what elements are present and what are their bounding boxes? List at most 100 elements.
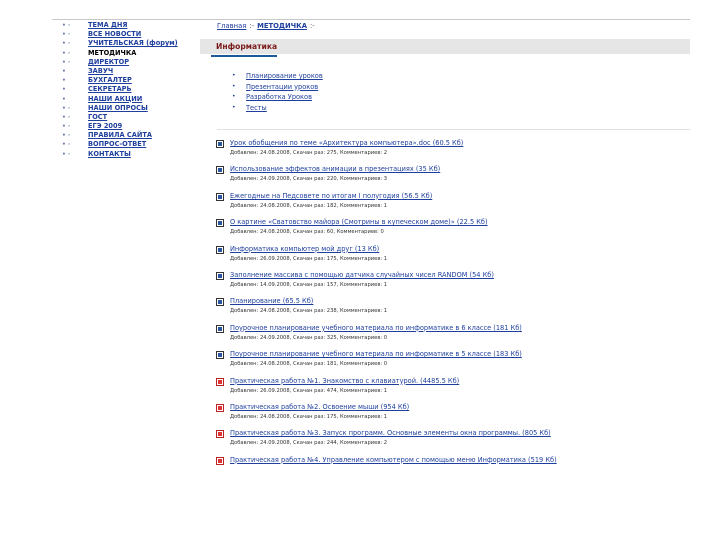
document-file-icon: [216, 245, 224, 254]
file-download-link[interactable]: Информатика компьютер мой друг (13 Кб): [230, 245, 379, 253]
file-entry: Практическая работа №3. Запуск программ.…: [216, 429, 686, 455]
bullet-icon: •: [62, 77, 66, 85]
sidebar-link[interactable]: БУХГАЛТЕР: [88, 76, 132, 85]
subcategory-link[interactable]: Презентации уроков: [246, 82, 318, 93]
sidebar-item: • · МЕТОДИЧКА: [62, 49, 192, 58]
sidebar-item: • СЕКРЕТАРЬ: [62, 85, 192, 94]
breadcrumb: Главная:- МЕТОДИЧКА:-: [217, 22, 318, 30]
subcategory-link[interactable]: Тесты: [246, 103, 267, 114]
file-download-link[interactable]: Практическая работа №1. Знакомство с кла…: [230, 377, 459, 385]
sidebar-item: • · ТЕМА ДНЯ: [62, 21, 192, 30]
sidebar-link[interactable]: ДИРЕКТОР: [88, 58, 129, 67]
file-entry: Практическая работа №2. Освоение мыши (9…: [216, 403, 686, 429]
sidebar-link[interactable]: СЕКРЕТАРЬ: [88, 85, 132, 94]
file-entry: Практическая работа №4. Управление компь…: [216, 456, 686, 482]
sidebar-item: • · ДИРЕКТОР: [62, 58, 192, 67]
bullet-icon: • ·: [62, 49, 71, 57]
sidebar-item: • · ВСЕ НОВОСТИ: [62, 30, 192, 39]
subcategory-divider: [217, 129, 690, 130]
file-download-link[interactable]: Поурочное планирование учебного материал…: [230, 324, 522, 332]
bullet-icon: •: [232, 93, 236, 100]
file-entry: Ежегодные на Педсовете по итогам I полуг…: [216, 192, 686, 218]
file-download-link[interactable]: О картине «Сватовство майора (Смотрины в…: [230, 218, 488, 226]
sidebar-link[interactable]: ВОПРОС-ОТВЕТ: [88, 140, 146, 149]
document-file-icon: [216, 271, 224, 280]
sidebar-link[interactable]: ПРАВИЛА САЙТА: [88, 131, 152, 140]
file-entry: Планирование (65.5 Кб) Добавлен: 24.08.20…: [216, 297, 686, 323]
breadcrumb-separator: :-: [309, 22, 315, 30]
subcategory-link[interactable]: Планирование уроков: [246, 71, 323, 82]
file-meta: Добавлен: 26.09.2008, Скачан раз: 175, К…: [230, 255, 388, 262]
sidebar-item: • НАШИ АКЦИИ: [62, 95, 192, 104]
file-meta: Добавлен: 24.09.2008, Скачан раз: 244, К…: [230, 440, 388, 447]
sidebar-item: • · ЕГЭ 2009: [62, 122, 192, 131]
file-entry: Практическая работа №1. Знакомство с кла…: [216, 377, 686, 403]
file-entry: Использование эффектов анимации в презен…: [216, 165, 686, 191]
sidebar-link[interactable]: НАШИ АКЦИИ: [88, 95, 142, 104]
breadcrumb-home-link[interactable]: Главная: [217, 22, 246, 30]
bullet-icon: •: [232, 82, 236, 90]
file-entry: Урок обобщения по теме «Архитектура комп…: [216, 139, 686, 165]
sidebar-item: • · КОНТАКТЫ: [62, 150, 192, 159]
sidebar-nav: • · ТЕМА ДНЯ • · ВСЕ НОВОСТИ • · УЧИТЕЛЬСКАЯ …: [62, 21, 192, 159]
section-underline: [211, 55, 277, 57]
sidebar-link[interactable]: ТЕМА ДНЯ: [88, 21, 127, 30]
file-entry: Заполнение массива с помощью датчика слу…: [216, 271, 686, 297]
sidebar-item: • БУХГАЛТЕР: [62, 76, 192, 85]
sidebar-link[interactable]: ЗАВУЧ: [88, 67, 113, 76]
top-divider: [52, 19, 690, 20]
file-download-link[interactable]: Практическая работа №4. Управление компь…: [230, 456, 557, 464]
sidebar-link[interactable]: ЕГЭ 2009: [88, 122, 122, 131]
bullet-icon: • ·: [62, 113, 71, 121]
document-file-icon: [216, 140, 224, 148]
bullet-icon: • ·: [62, 40, 71, 48]
file-meta: Добавлен: 24.08.2008, Скачан раз: 275, К…: [230, 150, 388, 156]
bullet-icon: • ·: [62, 141, 71, 149]
bullet-icon: •: [62, 86, 66, 94]
sidebar-item: • · ВОПРОС-ОТВЕТ: [62, 140, 192, 149]
pdf-file-icon: [216, 403, 224, 412]
file-entry: Информатика компьютер мой друг (13 Кб) До…: [216, 245, 686, 271]
bullet-icon: • ·: [62, 104, 71, 112]
file-download-link[interactable]: Поурочное планирование учебного материал…: [230, 350, 522, 358]
file-download-link[interactable]: Практическая работа №3. Запуск программ.…: [230, 429, 551, 437]
file-entry: Поурочное планирование учебного материал…: [216, 324, 686, 350]
file-meta: Добавлен: 24.09.2008, Скачан раз: 220, К…: [230, 176, 388, 183]
pdf-file-icon: [216, 456, 224, 465]
file-download-link[interactable]: Урок обобщения по теме «Архитектура комп…: [230, 139, 463, 147]
file-meta: Добавлен: 24.08.2008, Скачан раз: 175, К…: [230, 413, 388, 420]
bullet-icon: •: [62, 95, 66, 103]
breadcrumb-current-link[interactable]: МЕТОДИЧКА: [257, 22, 307, 30]
file-meta: Добавлен: 24.08.2008, Скачан раз: 182, К…: [230, 202, 388, 209]
document-file-icon: [216, 192, 224, 201]
bullet-icon: • ·: [62, 22, 71, 29]
subcategory-link[interactable]: Разработка Уроков: [246, 92, 312, 103]
document-file-icon: [216, 166, 224, 175]
sidebar-link[interactable]: ГОСТ: [88, 113, 107, 122]
pdf-file-icon: [216, 377, 224, 386]
sidebar-link[interactable]: МЕТОДИЧКА: [88, 49, 136, 58]
file-download-link[interactable]: Планирование (65.5 Кб): [230, 297, 313, 305]
bullet-icon: • ·: [62, 132, 71, 140]
file-list: Урок обобщения по теме «Архитектура комп…: [216, 139, 686, 482]
file-meta: Добавлен: 26.09.2008, Скачан раз: 474, К…: [230, 387, 388, 394]
file-download-link[interactable]: Заполнение массива с помощью датчика слу…: [230, 271, 494, 279]
sidebar-link[interactable]: КОНТАКТЫ: [88, 150, 131, 159]
sidebar-link[interactable]: ВСЕ НОВОСТИ: [88, 30, 141, 39]
file-download-link[interactable]: Практическая работа №2. Освоение мыши (9…: [230, 403, 409, 411]
sidebar-item: • · НАШИ ОПРОСЫ: [62, 104, 192, 113]
bullet-icon: •: [62, 67, 66, 75]
sidebar-item: • · УЧИТЕЛЬСКАЯ (форум): [62, 39, 192, 48]
sidebar-link[interactable]: УЧИТЕЛЬСКАЯ (форум): [88, 39, 178, 48]
bullet-icon: • ·: [62, 31, 71, 39]
file-meta: Добавлен: 24.08.2008, Скачан раз: 60, Ко…: [230, 229, 384, 236]
sidebar-link[interactable]: НАШИ ОПРОСЫ: [88, 104, 148, 113]
file-entry: О картине «Сватовство майора (Смотрины в…: [216, 218, 686, 244]
file-meta: Добавлен: 14.09.2008, Скачан раз: 157, К…: [230, 281, 388, 288]
file-download-link[interactable]: Использование эффектов анимации в презен…: [230, 165, 440, 173]
bullet-icon: • ·: [62, 58, 71, 66]
breadcrumb-separator: :-: [249, 22, 255, 30]
file-download-link[interactable]: Ежегодные на Педсовете по итогам I полуг…: [230, 192, 432, 200]
pdf-file-icon: [216, 430, 224, 439]
bullet-icon: • ·: [62, 150, 71, 158]
